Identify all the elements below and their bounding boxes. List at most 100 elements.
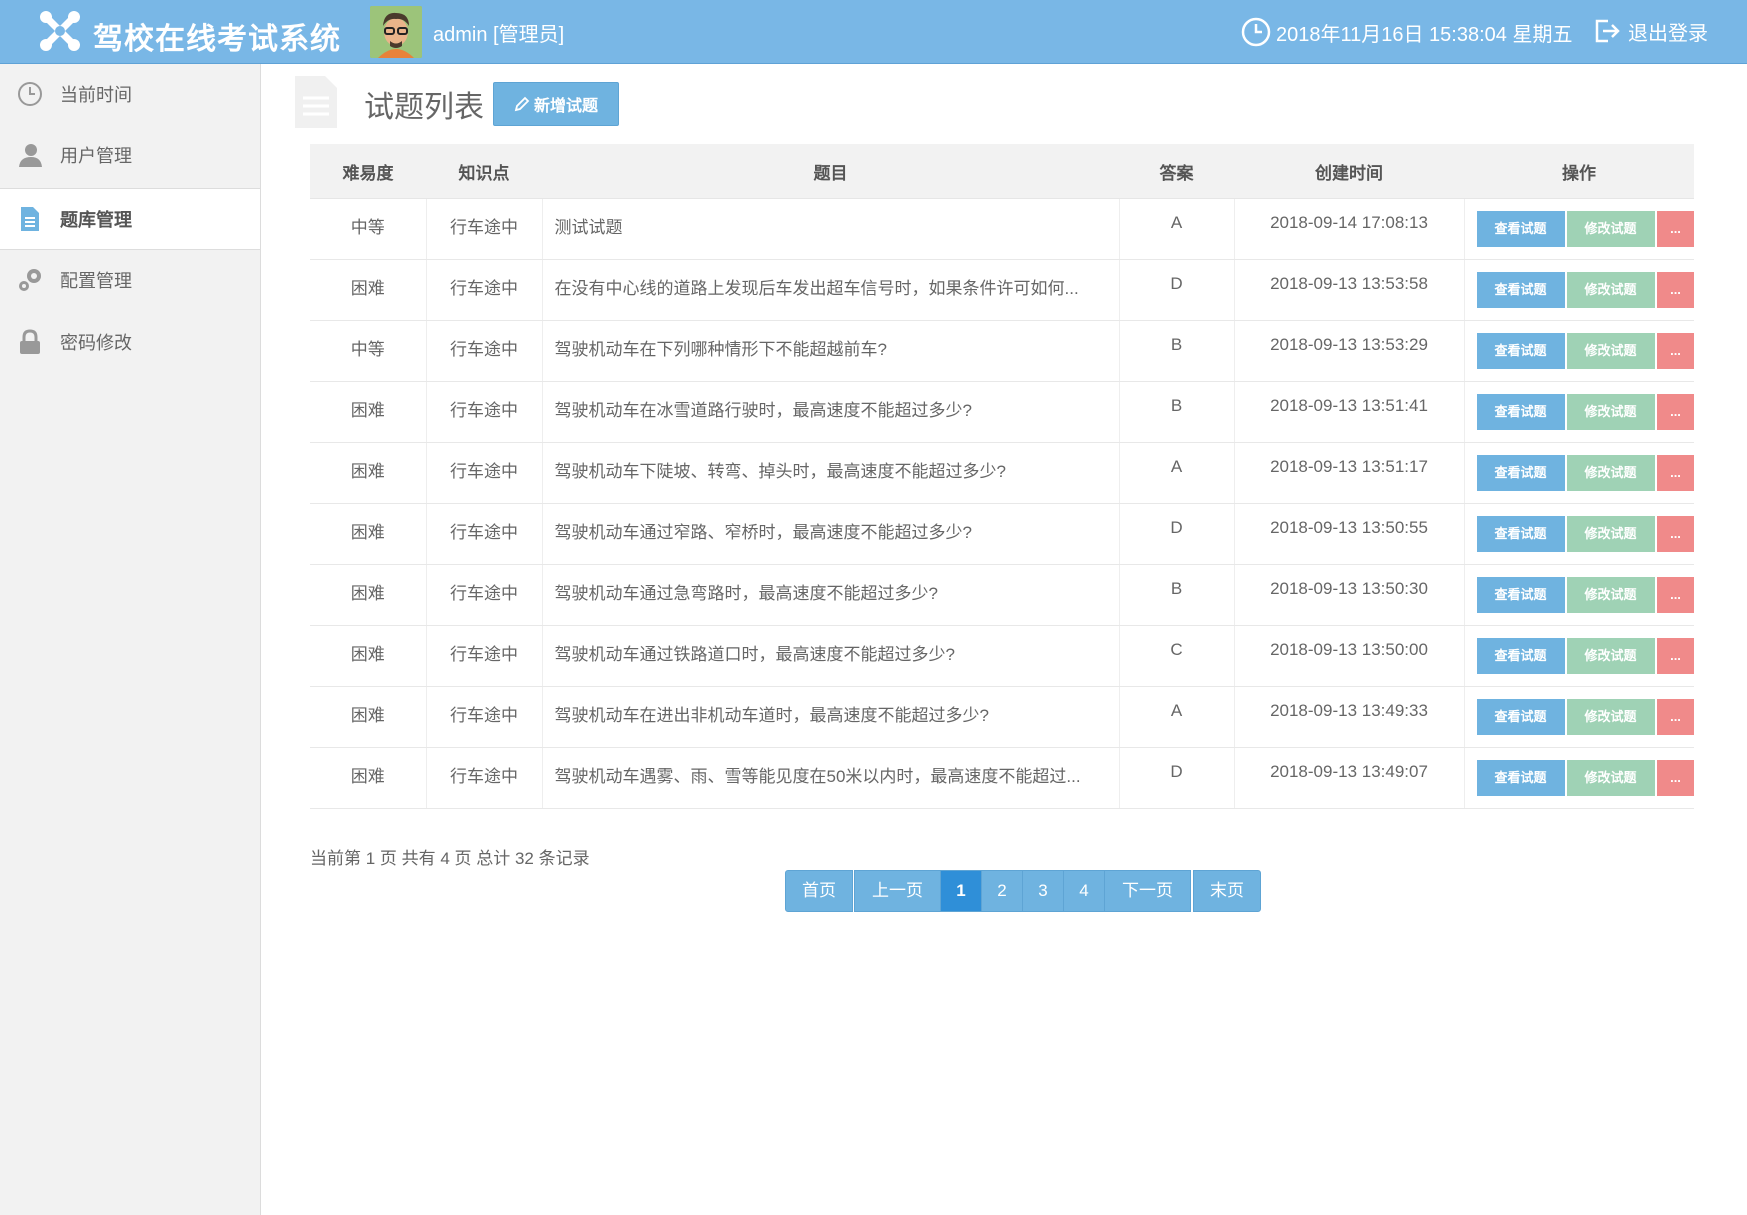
question-cell: 驾驶机动车通过铁路道口时，最高速度不能超过多少? <box>542 625 1120 687</box>
logo-icon <box>40 11 80 51</box>
more-actions-button[interactable]: ... <box>1656 516 1694 552</box>
edit-question-button[interactable]: 修改试题 <box>1566 211 1655 247</box>
topic-cell: 行车途中 <box>426 564 543 626</box>
view-question-button[interactable]: 查看试题 <box>1476 638 1565 674</box>
app-title: 驾校在线考试系统 <box>93 23 341 56</box>
edit-question-button[interactable]: 修改试题 <box>1566 455 1655 491</box>
created-cell: 2018-09-13 13:53:29 <box>1234 320 1465 382</box>
view-question-button[interactable]: 查看试题 <box>1476 577 1565 613</box>
actions-cell: 查看试题 修改试题... <box>1464 625 1694 687</box>
add-question-button[interactable]: 新增试题 <box>493 82 619 126</box>
sidebar-item-users[interactable]: 用户管理 <box>0 125 260 185</box>
page-button-1[interactable]: 1 <box>940 870 982 912</box>
answer-cell: B <box>1119 381 1235 443</box>
created-cell: 2018-09-13 13:51:17 <box>1234 442 1465 504</box>
sidebar-item-label: 用户管理 <box>60 146 132 166</box>
avatar <box>370 6 422 58</box>
edit-question-button[interactable]: 修改试题 <box>1566 516 1655 552</box>
edit-question-button[interactable]: 修改试题 <box>1566 699 1655 735</box>
next-page-button[interactable]: 下一页 <box>1104 870 1191 912</box>
created-cell: 2018-09-13 13:50:55 <box>1234 503 1465 565</box>
question-table: 难易度 知识点 题目 答案 创建时间 操作 中等 行车途中 测试试题 A 2018-09… <box>310 144 1694 809</box>
more-actions-button[interactable]: ... <box>1656 394 1694 430</box>
logout-button[interactable]: 退出登录 <box>1592 13 1708 49</box>
actions-cell: 查看试题 修改试题... <box>1464 320 1694 382</box>
document-icon <box>295 76 337 128</box>
table-row: 中等 行车途中 测试试题 A 2018-09-14 17:08:13 查看试题 修改试题..… <box>310 198 1694 260</box>
more-actions-button[interactable]: ... <box>1656 211 1694 247</box>
table-row: 困难 行车途中 驾驶机动车下陡坡、转弯、掉头时，最高速度不能超过多少? A 2018-0… <box>310 442 1694 504</box>
created-cell: 2018-09-13 13:50:00 <box>1234 625 1465 687</box>
difficulty-cell: 中等 <box>310 320 427 382</box>
sidebar-item-question-bank[interactable]: 题库管理 <box>0 188 260 250</box>
answer-cell: C <box>1119 625 1235 687</box>
table-row: 困难 行车途中 驾驶机动车在进出非机动车道时，最高速度不能超过多少? A 2018-09… <box>310 686 1694 748</box>
column-header: 操作 <box>1464 144 1694 199</box>
page-button-4[interactable]: 4 <box>1063 870 1105 912</box>
view-question-button[interactable]: 查看试题 <box>1476 211 1565 247</box>
edit-question-button[interactable]: 修改试题 <box>1566 577 1655 613</box>
page-button-2[interactable]: 2 <box>981 870 1023 912</box>
more-actions-button[interactable]: ... <box>1656 333 1694 369</box>
difficulty-cell: 困难 <box>310 442 427 504</box>
difficulty-cell: 困难 <box>310 686 427 748</box>
actions-cell: 查看试题 修改试题... <box>1464 503 1694 565</box>
column-header: 答案 <box>1119 144 1234 199</box>
question-cell: 驾驶机动车在下列哪种情形下不能超越前车? <box>542 320 1120 382</box>
difficulty-cell: 困难 <box>310 503 427 565</box>
user-icon <box>16 141 44 169</box>
view-question-button[interactable]: 查看试题 <box>1476 516 1565 552</box>
topic-cell: 行车途中 <box>426 686 543 748</box>
page-title: 试题列表 <box>364 91 484 124</box>
created-cell: 2018-09-13 13:49:07 <box>1234 747 1465 809</box>
current-datetime: 2018年11月16日 15:38:04 星期五 <box>1276 24 1573 46</box>
answer-cell: A <box>1119 198 1235 260</box>
clock-icon <box>16 80 44 108</box>
sidebar-item-password[interactable]: 密码修改 <box>0 312 260 372</box>
topic-cell: 行车途中 <box>426 503 543 565</box>
edit-question-button[interactable]: 修改试题 <box>1566 272 1655 308</box>
last-page-button[interactable]: 末页 <box>1193 870 1261 912</box>
question-cell: 驾驶机动车下陡坡、转弯、掉头时，最高速度不能超过多少? <box>542 442 1120 504</box>
sidebar-item-config[interactable]: 配置管理 <box>0 250 260 310</box>
column-header: 知识点 <box>426 144 542 199</box>
view-question-button[interactable]: 查看试题 <box>1476 760 1565 796</box>
actions-cell: 查看试题 修改试题... <box>1464 442 1694 504</box>
topic-cell: 行车途中 <box>426 381 543 443</box>
document-icon <box>16 205 44 233</box>
column-header: 创建时间 <box>1234 144 1464 199</box>
more-actions-button[interactable]: ... <box>1656 272 1694 308</box>
first-page-button[interactable]: 首页 <box>785 870 853 912</box>
prev-page-button[interactable]: 上一页 <box>854 870 941 912</box>
edit-question-button[interactable]: 修改试题 <box>1566 760 1655 796</box>
edit-question-button[interactable]: 修改试题 <box>1566 394 1655 430</box>
difficulty-cell: 中等 <box>310 198 427 260</box>
table-row: 困难 行车途中 驾驶机动车在冰雪道路行驶时，最高速度不能超过多少? B 2018-09-… <box>310 381 1694 443</box>
view-question-button[interactable]: 查看试题 <box>1476 333 1565 369</box>
lock-icon <box>16 328 44 356</box>
difficulty-cell: 困难 <box>310 259 427 321</box>
more-actions-button[interactable]: ... <box>1656 455 1694 491</box>
more-actions-button[interactable]: ... <box>1656 577 1694 613</box>
actions-cell: 查看试题 修改试题... <box>1464 259 1694 321</box>
answer-cell: D <box>1119 747 1235 809</box>
table-row: 困难 行车途中 驾驶机动车遇雾、雨、雪等能见度在50米以内时，最高速度不能超过...… <box>310 747 1694 809</box>
more-actions-button[interactable]: ... <box>1656 760 1694 796</box>
actions-cell: 查看试题 修改试题... <box>1464 747 1694 809</box>
sidebar-item-current-time[interactable]: 当前时间 <box>0 64 260 124</box>
table-row: 中等 行车途中 驾驶机动车在下列哪种情形下不能超越前车? B 2018-09-13 13… <box>310 320 1694 382</box>
view-question-button[interactable]: 查看试题 <box>1476 394 1565 430</box>
view-question-button[interactable]: 查看试题 <box>1476 455 1565 491</box>
edit-question-button[interactable]: 修改试题 <box>1566 333 1655 369</box>
view-question-button[interactable]: 查看试题 <box>1476 699 1565 735</box>
created-cell: 2018-09-14 17:08:13 <box>1234 198 1465 260</box>
difficulty-cell: 困难 <box>310 747 427 809</box>
page-button-3[interactable]: 3 <box>1022 870 1064 912</box>
more-actions-button[interactable]: ... <box>1656 699 1694 735</box>
edit-question-button[interactable]: 修改试题 <box>1566 638 1655 674</box>
topic-cell: 行车途中 <box>426 625 543 687</box>
column-header: 题目 <box>542 144 1119 199</box>
view-question-button[interactable]: 查看试题 <box>1476 272 1565 308</box>
answer-cell: D <box>1119 503 1235 565</box>
more-actions-button[interactable]: ... <box>1656 638 1694 674</box>
